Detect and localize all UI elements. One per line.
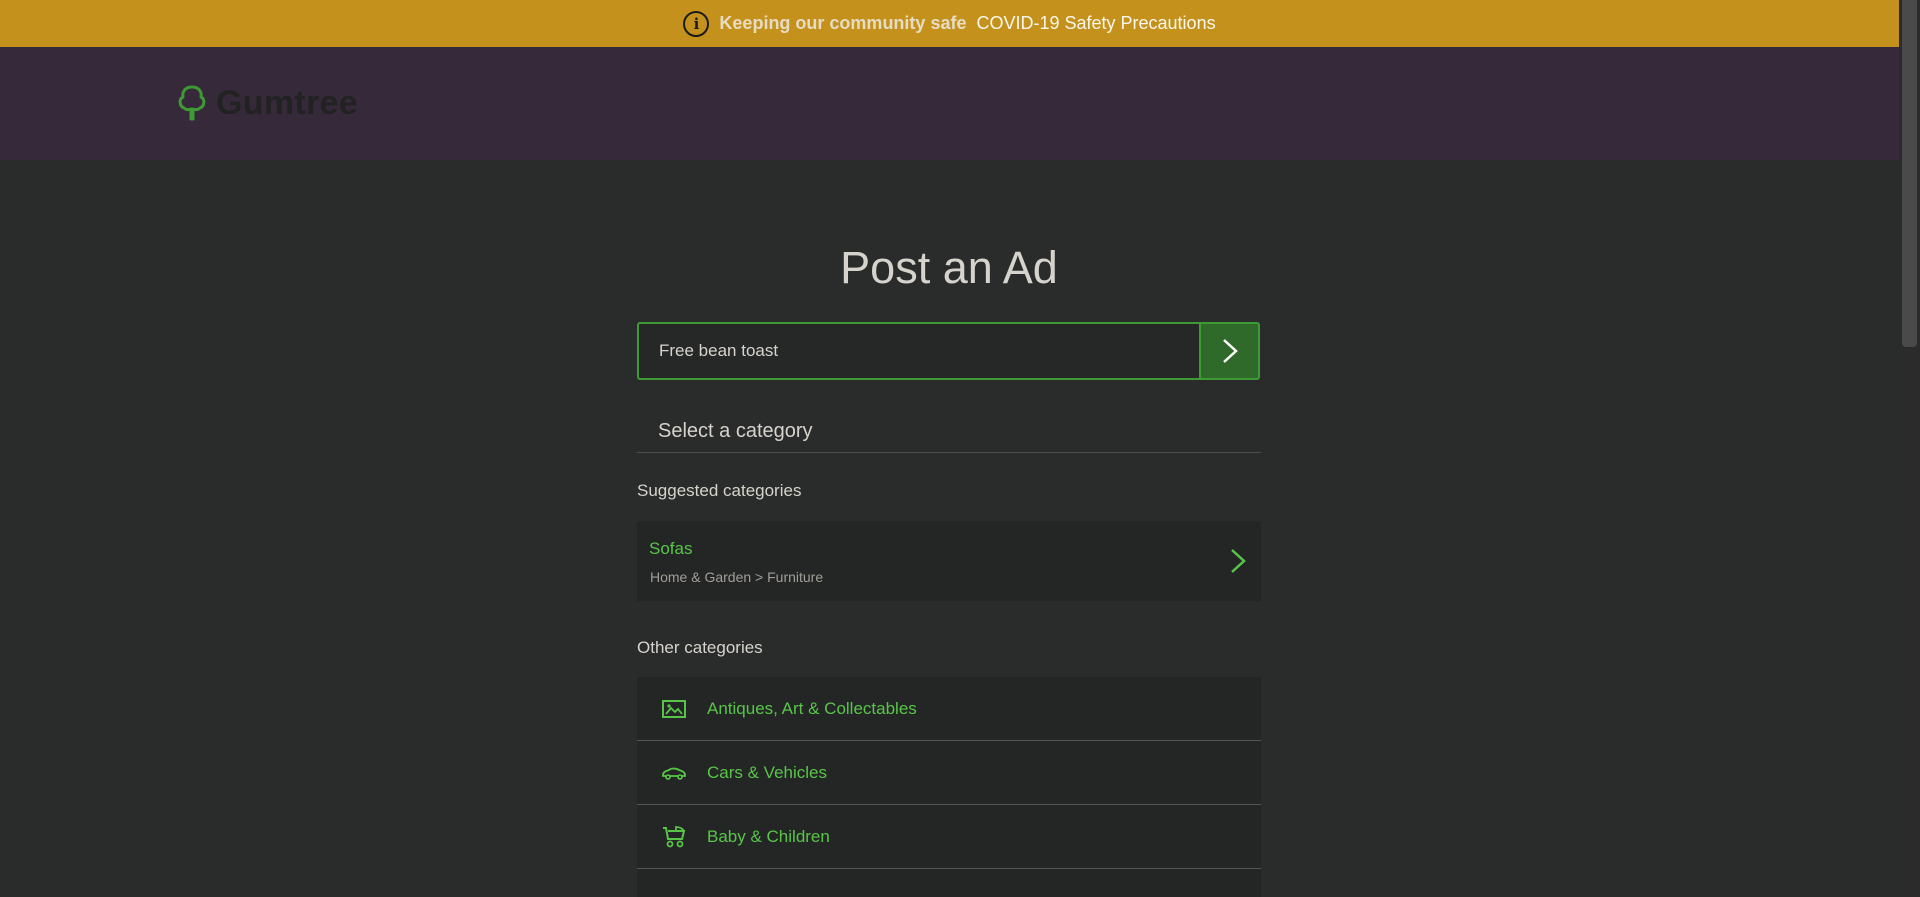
logo-wordmark: Gumtree bbox=[216, 83, 358, 122]
car-icon bbox=[661, 762, 687, 784]
banner-safe-text: Keeping our community safe bbox=[719, 13, 967, 33]
select-category-heading: Select a category bbox=[637, 420, 1261, 453]
ad-title-input[interactable] bbox=[637, 322, 1199, 380]
suggested-category-path: Home & Garden > Furniture bbox=[650, 569, 824, 585]
chevron-right-icon bbox=[1222, 339, 1238, 363]
category-label: Antiques, Art & Collectables bbox=[707, 698, 917, 718]
category-label: Baby & Children bbox=[707, 826, 830, 846]
picture-icon bbox=[661, 698, 687, 720]
suggested-category-sofas[interactable]: Sofas Home & Garden > Furniture bbox=[637, 521, 1261, 601]
site-header: Gumtree bbox=[0, 47, 1899, 160]
search-submit-button[interactable] bbox=[1199, 322, 1260, 380]
page-scrollbar[interactable] bbox=[1899, 0, 1920, 897]
ad-title-search bbox=[637, 322, 1260, 380]
info-icon: i bbox=[683, 10, 710, 37]
category-baby[interactable]: Baby & Children bbox=[637, 805, 1261, 869]
covid-safety-link[interactable]: COVID-19 Safety Precautions bbox=[976, 13, 1215, 34]
chevron-right-icon bbox=[1231, 549, 1246, 573]
category-label: Cars & Vehicles bbox=[707, 762, 827, 782]
category-cars[interactable]: Cars & Vehicles bbox=[637, 741, 1261, 805]
category-antiques[interactable]: Antiques, Art & Collectables bbox=[637, 677, 1261, 741]
covid-banner: i Keeping our community safe COVID-19 Sa… bbox=[0, 0, 1899, 47]
suggested-category-name: Sofas bbox=[649, 539, 693, 558]
scrollbar-thumb[interactable] bbox=[1902, 0, 1917, 347]
gumtree-logo[interactable]: Gumtree bbox=[176, 83, 358, 123]
pram-icon bbox=[661, 825, 687, 848]
tree-icon bbox=[178, 85, 206, 121]
other-categories-label: Other categories bbox=[637, 638, 763, 657]
suggested-categories-label: Suggested categories bbox=[637, 481, 802, 500]
category-list: Antiques, Art & Collectables Cars & Vehi… bbox=[637, 677, 1261, 897]
page-title: Post an Ad bbox=[840, 242, 1058, 293]
category-next-partial[interactable] bbox=[637, 869, 1261, 897]
